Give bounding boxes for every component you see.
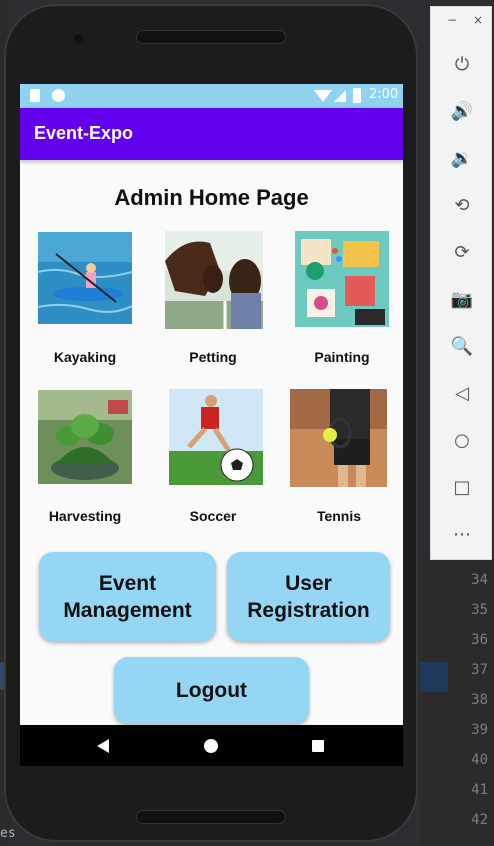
ide-editor-gutter: 34 35 36 37 38 39 40 41 42 (420, 560, 494, 846)
event-management-button[interactable]: Event Management (39, 552, 216, 641)
camera-icon[interactable]: 📷 (449, 286, 475, 312)
toolbar-window-controls: − × (431, 13, 491, 29)
sim-icon (30, 89, 40, 102)
volume-down-icon[interactable]: 🔉 (449, 145, 475, 171)
signal-icon (334, 90, 346, 102)
line-number: 34 (471, 572, 488, 588)
notification-icon (52, 89, 65, 102)
android-nav-bar (20, 725, 403, 766)
phone-frame: 2:00 Event-Expo Admin Home Page Kayaking… (4, 4, 418, 842)
line-number: 35 (471, 602, 488, 618)
zoom-icon[interactable]: 🔍 (449, 333, 475, 359)
line-number: 40 (471, 752, 488, 768)
back-icon[interactable]: ◁ (449, 380, 475, 406)
ide-current-line (420, 662, 448, 692)
line-number: 39 (471, 722, 488, 738)
overview-icon[interactable]: □ (449, 474, 475, 500)
nav-recents-icon[interactable] (312, 740, 324, 752)
logout-button[interactable]: Logout (114, 657, 309, 724)
close-button[interactable]: × (473, 13, 483, 27)
line-number: 42 (471, 812, 488, 828)
earpiece-speaker (136, 30, 286, 44)
battery-icon (353, 88, 361, 103)
line-numbers: 34 35 36 37 38 39 40 41 42 (448, 570, 488, 840)
tennis-image[interactable] (290, 389, 387, 487)
emulator-toolbar: − × ⏻ 🔊 🔉 ⟲ ⟳ 📷 🔍 ◁ ○ □ ⋯ (430, 6, 492, 560)
tennis-label: Tennis (316, 508, 362, 524)
rotate-right-icon[interactable]: ⟳ (449, 239, 475, 265)
kayaking-label: Kayaking (53, 349, 117, 365)
nav-back-icon[interactable] (97, 739, 109, 753)
petting-label: Petting (189, 349, 237, 365)
painting-image[interactable] (295, 231, 389, 327)
app-screen: 2:00 Event-Expo Admin Home Page Kayaking… (20, 84, 403, 766)
nav-home-icon[interactable] (204, 739, 218, 753)
app-bar: Event-Expo (20, 108, 403, 160)
line-number: 41 (471, 782, 488, 798)
user-registration-button[interactable]: User Registration (227, 552, 390, 641)
app-title: Event-Expo (34, 123, 134, 143)
ide-left-text: es (0, 826, 16, 841)
line-number: 37 (471, 662, 488, 678)
page-title: Admin Home Page (114, 185, 309, 210)
more-icon[interactable]: ⋯ (449, 521, 475, 547)
painting-label: Painting (314, 349, 370, 365)
rotate-left-icon[interactable]: ⟲ (449, 192, 475, 218)
harvesting-label: Harvesting (48, 508, 122, 524)
soccer-image[interactable] (169, 389, 263, 485)
minimize-button[interactable]: − (447, 13, 457, 27)
home-icon[interactable]: ○ (449, 427, 475, 453)
harvesting-image[interactable] (38, 390, 132, 484)
front-camera (74, 34, 84, 44)
status-time: 2:00 (369, 87, 399, 102)
bottom-speaker (136, 810, 286, 824)
soccer-label: Soccer (189, 508, 237, 524)
line-number: 38 (471, 692, 488, 708)
power-icon[interactable]: ⏻ (449, 51, 475, 77)
line-number: 36 (471, 632, 488, 648)
volume-up-icon[interactable]: 🔊 (449, 98, 475, 124)
kayaking-image[interactable] (38, 232, 132, 324)
petting-image[interactable] (165, 231, 263, 329)
wifi-icon (314, 90, 332, 102)
status-bar: 2:00 (20, 84, 403, 108)
